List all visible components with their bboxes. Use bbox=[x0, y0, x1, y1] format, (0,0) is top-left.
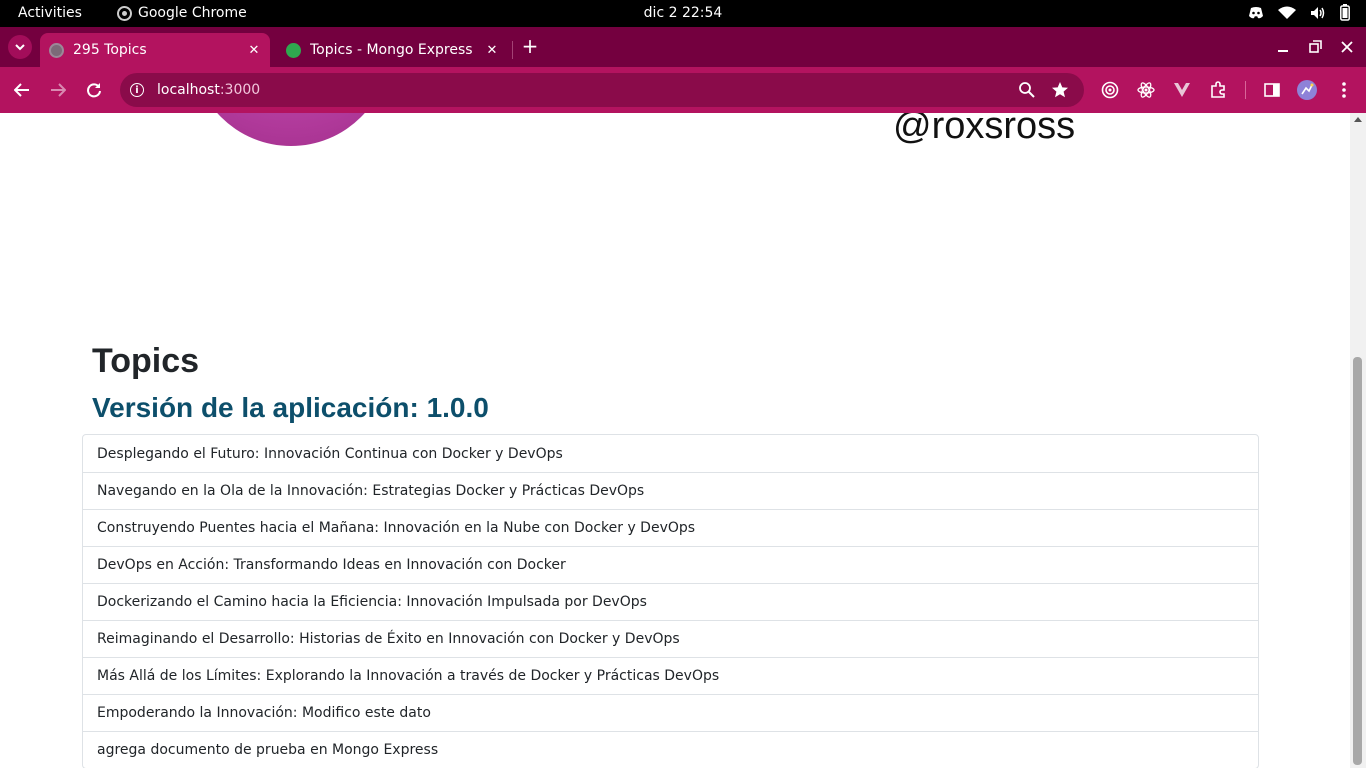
globe-icon bbox=[49, 42, 64, 58]
list-item: Navegando en la Ola de la Innovación: Es… bbox=[83, 472, 1258, 509]
system-tray[interactable] bbox=[1248, 4, 1350, 21]
tab-strip: 295 Topics ✕ Topics - Mongo Express ✕ + bbox=[0, 27, 1366, 67]
scroll-up-arrow[interactable] bbox=[1354, 117, 1362, 122]
tab-title: 295 Topics bbox=[73, 42, 147, 58]
mongodb-leaf-icon bbox=[286, 42, 301, 58]
list-item: Empoderando la Innovación: Modifico este… bbox=[83, 694, 1258, 731]
profile-handle: @roxsross bbox=[893, 113, 1076, 147]
bookmark-star-icon[interactable] bbox=[1051, 81, 1069, 99]
new-tab-button[interactable]: + bbox=[520, 36, 540, 57]
tab-mongo-express[interactable]: Topics - Mongo Express ✕ bbox=[278, 33, 508, 67]
reload-button[interactable] bbox=[83, 79, 105, 101]
arrow-right-icon bbox=[51, 83, 66, 97]
list-item: Reimaginando el Desarrollo: Historias de… bbox=[83, 620, 1258, 657]
minimize-icon[interactable] bbox=[1273, 37, 1293, 57]
topics-list: Desplegando el Futuro: Innovación Contin… bbox=[82, 434, 1259, 768]
chevron-down-icon bbox=[15, 43, 25, 50]
battery-icon[interactable] bbox=[1340, 4, 1350, 21]
address-bar[interactable]: i localhost:3000 bbox=[120, 73, 1084, 107]
wifi-icon[interactable] bbox=[1278, 6, 1296, 20]
discord-icon[interactable] bbox=[1248, 6, 1264, 20]
volume-icon[interactable] bbox=[1310, 6, 1326, 20]
reload-icon bbox=[87, 83, 101, 98]
zoom-icon[interactable] bbox=[1018, 81, 1036, 99]
profile-image bbox=[192, 113, 390, 146]
arrow-left-icon bbox=[14, 83, 29, 97]
scroll-thumb[interactable] bbox=[1353, 357, 1362, 765]
toolbar-separator bbox=[1245, 81, 1246, 99]
tab-separator bbox=[512, 41, 513, 59]
more-menu-icon[interactable] bbox=[1334, 80, 1354, 100]
browser-toolbar: i localhost:3000 bbox=[0, 67, 1366, 113]
vue-devtools-icon[interactable] bbox=[1172, 80, 1192, 100]
side-panel-icon[interactable] bbox=[1262, 80, 1282, 100]
url-text[interactable]: localhost:3000 bbox=[157, 82, 260, 98]
version-heading: Versión de la aplicación: 1.0.0 bbox=[92, 392, 489, 423]
close-tab-icon[interactable]: ✕ bbox=[482, 40, 502, 60]
activities-button[interactable]: Activities bbox=[18, 5, 82, 21]
system-top-bar: Activities Google Chrome dic 2 22:54 bbox=[0, 0, 1366, 27]
extensions-puzzle-icon[interactable] bbox=[1208, 80, 1228, 100]
list-item: DevOps en Acción: Transformando Ideas en… bbox=[83, 546, 1258, 583]
back-button[interactable] bbox=[11, 79, 33, 101]
list-item: Desplegando el Futuro: Innovación Contin… bbox=[97, 445, 563, 462]
forward-button[interactable] bbox=[47, 79, 69, 101]
profile-avatar-icon[interactable] bbox=[1297, 80, 1317, 100]
list-item: agrega documento de prueba en Mongo Expr… bbox=[83, 731, 1258, 768]
tab-295-topics[interactable]: 295 Topics ✕ bbox=[40, 33, 270, 67]
close-window-icon[interactable] bbox=[1337, 37, 1357, 57]
page-title: Topics bbox=[92, 342, 200, 380]
list-item: Más Allá de los Límites: Explorando la I… bbox=[83, 657, 1258, 694]
list-item: Dockerizando el Camino hacia la Eficienc… bbox=[83, 583, 1258, 620]
page-scrollbar[interactable] bbox=[1350, 113, 1366, 768]
page-viewport: @roxsross Topics Versión de la aplicació… bbox=[0, 113, 1350, 768]
site-info-icon[interactable]: i bbox=[130, 83, 144, 97]
tab-search-button[interactable] bbox=[8, 35, 32, 59]
tab-title: Topics - Mongo Express bbox=[310, 42, 473, 58]
close-tab-icon[interactable]: ✕ bbox=[244, 40, 264, 60]
chrome-icon bbox=[117, 5, 132, 21]
restore-icon[interactable] bbox=[1305, 37, 1325, 57]
list-item: Construyendo Puentes hacia el Mañana: In… bbox=[83, 509, 1258, 546]
target-extension-icon[interactable] bbox=[1100, 80, 1120, 100]
app-menu-label: Google Chrome bbox=[138, 5, 247, 21]
react-devtools-icon[interactable] bbox=[1136, 80, 1156, 100]
app-menu[interactable]: Google Chrome bbox=[117, 5, 247, 21]
